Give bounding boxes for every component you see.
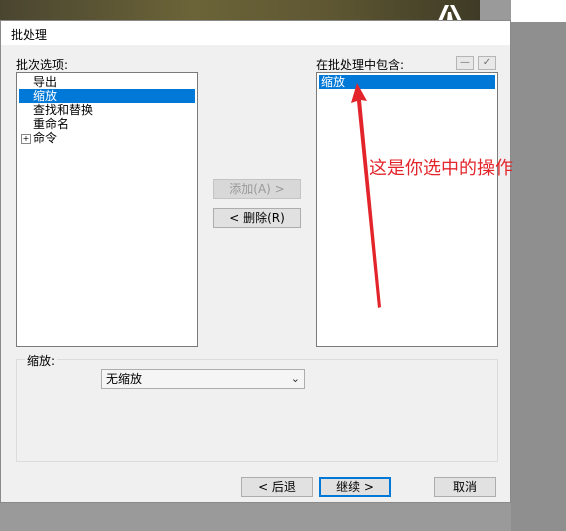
background-app-strip: [0, 0, 480, 22]
list-item-find-replace[interactable]: 查找和替换: [19, 103, 195, 117]
list-item-scale[interactable]: 缩放: [19, 89, 195, 103]
scale-select-value: 无缩放: [106, 372, 143, 386]
scale-select[interactable]: 无缩放 ⌄: [101, 369, 305, 389]
list-item-export[interactable]: 导出: [19, 75, 195, 89]
batch-options-label: 批次选项:: [16, 58, 69, 72]
back-button[interactable]: < 后退: [241, 477, 313, 497]
list-item-label: 导出: [33, 75, 58, 89]
list-item-label: 重命名: [33, 117, 70, 131]
continue-button[interactable]: 继续 >: [319, 477, 391, 497]
batch-dialog: 批处理 批次选项: 导出 缩放 查找和替换 重命名 + 命令 添加(A) > < …: [0, 20, 513, 503]
list-item-commands[interactable]: + 命令: [19, 131, 195, 145]
background-right-panel: [511, 22, 566, 531]
expand-plus-icon[interactable]: +: [21, 133, 31, 144]
annotation-arrow: [351, 83, 381, 308]
cancel-button[interactable]: 取消: [434, 477, 496, 497]
chevron-down-icon: ⌄: [290, 372, 300, 385]
included-label: 在批处理中包含:: [316, 58, 405, 72]
minus-icon[interactable]: —: [456, 56, 474, 70]
list-item-rename[interactable]: 重命名: [19, 117, 195, 131]
title-bar: 批处理: [1, 21, 510, 45]
list-item-label: 查找和替换: [33, 103, 94, 117]
list-item-label: 命令: [33, 131, 58, 145]
add-button[interactable]: 添加(A) >: [213, 179, 301, 199]
scale-label: 缩放:: [25, 352, 58, 369]
batch-options-list[interactable]: 导出 缩放 查找和替换 重命名 + 命令: [16, 72, 198, 347]
check-icon[interactable]: ✓: [478, 56, 496, 70]
background-white-corner: [511, 0, 566, 22]
list-item-label: 缩放: [33, 89, 58, 103]
remove-button[interactable]: < 删除(R): [213, 208, 301, 228]
window-title: 批处理: [11, 28, 48, 42]
